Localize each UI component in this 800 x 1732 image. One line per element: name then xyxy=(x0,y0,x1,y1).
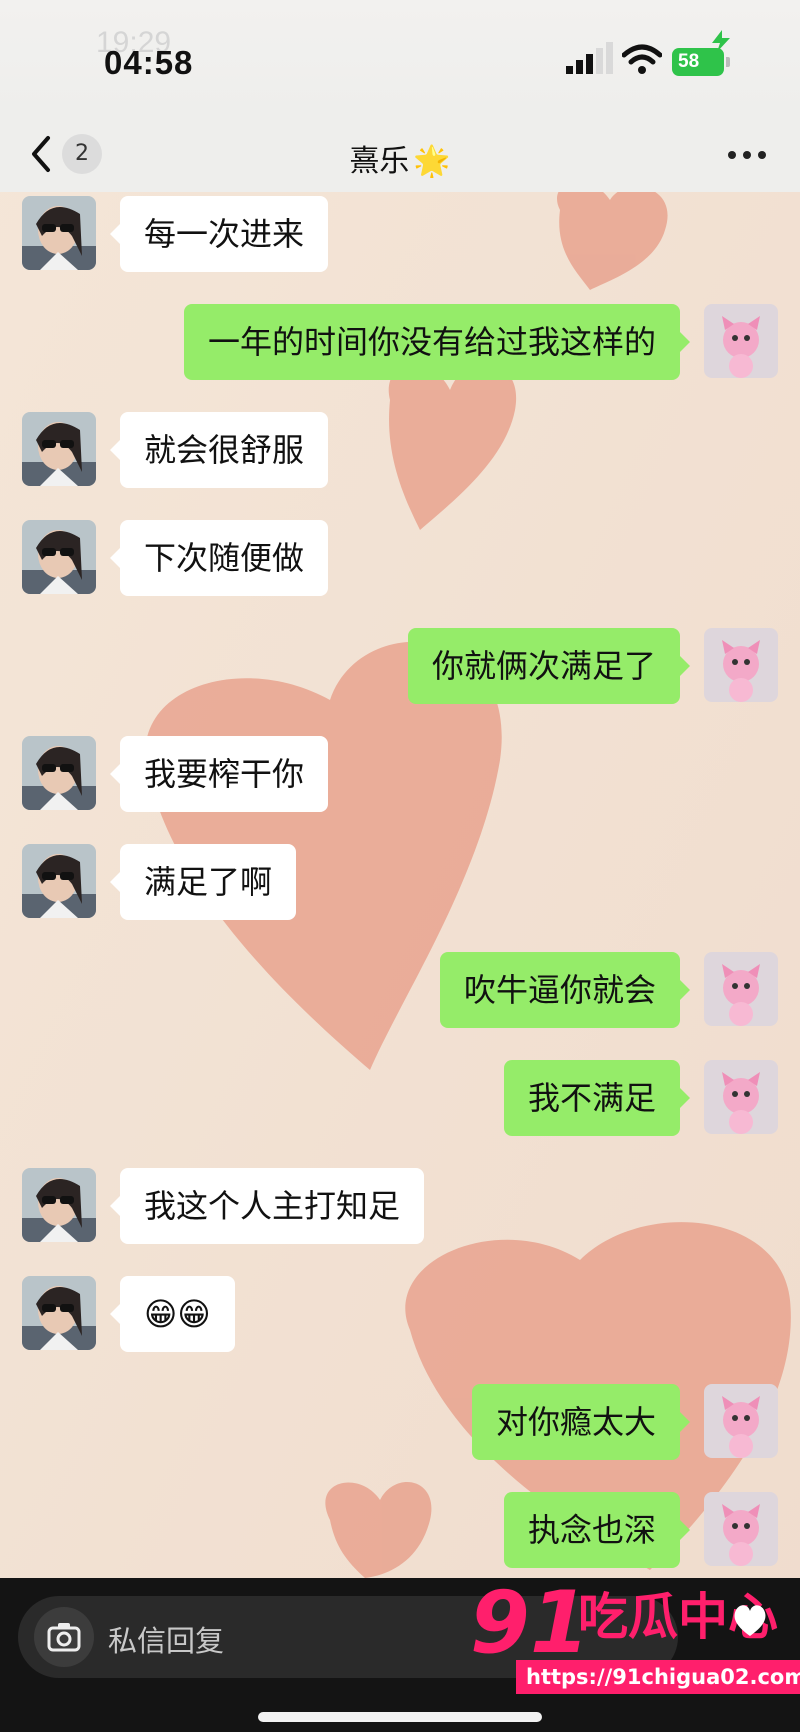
message-received: 就会很舒服 xyxy=(0,410,800,488)
message-bubble[interactable]: 执念也深 xyxy=(503,1492,691,1568)
my-avatar[interactable] xyxy=(704,1384,778,1458)
message-bubble[interactable]: 满足了啊 xyxy=(109,844,297,920)
message-received: 我这个人主打知足 xyxy=(0,1166,800,1244)
contact-avatar[interactable] xyxy=(22,736,96,810)
message-bubble[interactable]: 你就俩次满足了 xyxy=(407,628,691,704)
camera-button[interactable] xyxy=(34,1607,94,1667)
signal-icon xyxy=(566,42,613,74)
message-bubble[interactable]: 我这个人主打知足 xyxy=(109,1168,425,1244)
contact-name-text: 熹乐 xyxy=(349,144,410,179)
message-sent: 一年的时间你没有给过我这样的 xyxy=(0,302,800,380)
message-sent: 对你瘾太大 xyxy=(0,1382,800,1460)
contact-avatar[interactable] xyxy=(22,1276,96,1350)
my-avatar[interactable] xyxy=(704,1060,778,1134)
my-avatar[interactable] xyxy=(704,1492,778,1566)
contact-avatar[interactable] xyxy=(22,196,96,270)
message-sent: 你就俩次满足了 xyxy=(0,626,800,704)
message-received: 😁😁 xyxy=(0,1274,800,1352)
heart-icon xyxy=(734,1605,766,1636)
message-bubble[interactable]: 😁😁 xyxy=(110,1276,235,1352)
message-sent: 我不满足 xyxy=(0,1058,800,1136)
watermark-url: https://91chigua02.com xyxy=(516,1660,800,1694)
my-avatar[interactable] xyxy=(704,628,778,702)
message-bubble[interactable]: 对你瘾太大 xyxy=(471,1384,691,1460)
camera-icon xyxy=(47,1623,81,1652)
wifi-icon xyxy=(622,44,662,74)
status-bar: 19:29 04:58 58 xyxy=(0,0,800,118)
message-bubble[interactable]: 我不满足 xyxy=(503,1060,691,1136)
message-received: 满足了啊 xyxy=(0,842,800,920)
reply-bar: 私信回复 91 吃瓜中心 https://91chigua02.com xyxy=(0,1578,800,1732)
message-received: 每一次进来 xyxy=(0,194,800,272)
message-received: 我要榨干你 xyxy=(0,734,800,812)
reply-placeholder: 私信回复 xyxy=(108,1624,225,1658)
battery-level: 58 xyxy=(678,51,700,72)
my-avatar[interactable] xyxy=(704,952,778,1026)
battery-icon: 58 xyxy=(672,48,730,76)
contact-name[interactable]: 熹乐 🌟 xyxy=(0,136,800,180)
message-received: 下次随便做 xyxy=(0,518,800,596)
message-bubble[interactable]: 每一次进来 xyxy=(109,196,329,272)
contact-avatar[interactable] xyxy=(22,412,96,486)
charging-bolt-icon xyxy=(712,30,730,52)
status-time: 04:58 xyxy=(104,44,194,81)
contact-avatar[interactable] xyxy=(22,844,96,918)
message-bubble[interactable]: 我要榨干你 xyxy=(109,736,329,812)
message-bubble[interactable]: 一年的时间你没有给过我这样的 xyxy=(183,304,691,380)
home-indicator xyxy=(258,1712,542,1722)
message-bubble[interactable]: 下次随便做 xyxy=(109,520,329,596)
chat-header: 2 熹乐 🌟 xyxy=(0,118,800,192)
message-bubble[interactable]: 吹牛逼你就会 xyxy=(439,952,691,1028)
watermark-number: 91 xyxy=(470,1573,590,1673)
message-bubble[interactable]: 就会很舒服 xyxy=(109,412,329,488)
contact-avatar[interactable] xyxy=(22,1168,96,1242)
message-sent: 执念也深 xyxy=(0,1490,800,1568)
message-list[interactable]: 每一次进来 一年的时间你没有给过我这样的 就会很舒服 下次随便做 你就俩次满足了… xyxy=(0,192,800,1578)
contact-avatar[interactable] xyxy=(22,520,96,594)
star-icon: 🌟 xyxy=(413,144,451,179)
my-avatar[interactable] xyxy=(704,304,778,378)
more-icon[interactable] xyxy=(721,144,766,163)
message-sent: 吹牛逼你就会 xyxy=(0,950,800,1028)
